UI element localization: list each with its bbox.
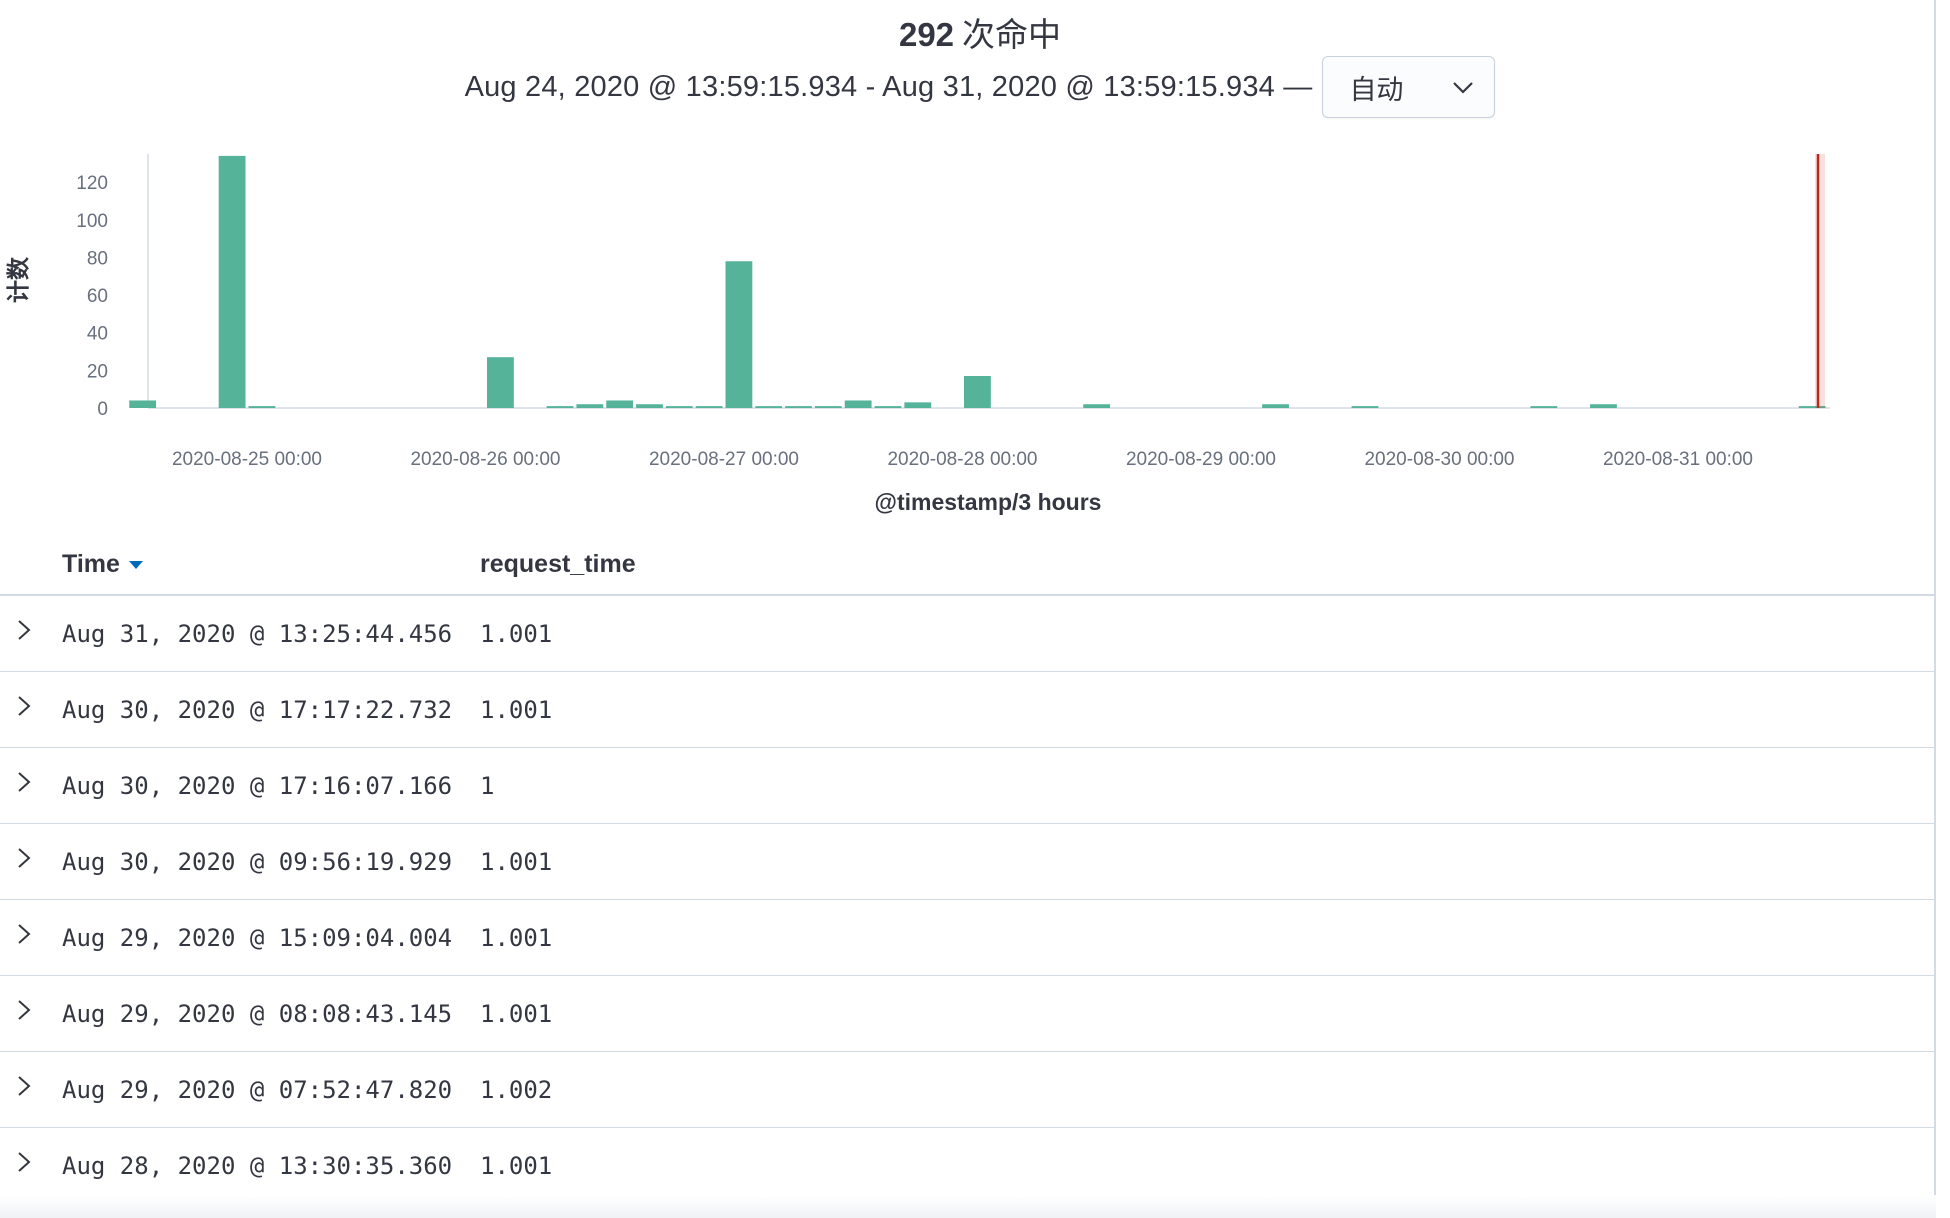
time-range-text: Aug 24, 2020 @ 13:59:15.934 - Aug 31, 20…	[464, 70, 1313, 103]
interval-select-value: 自动	[1349, 74, 1404, 105]
cell-time: Aug 31, 2020 @ 13:25:44.456	[62, 620, 453, 648]
x-tick-label: 2020-08-28 00:00	[887, 449, 1037, 470]
histogram-bar	[487, 357, 514, 408]
x-tick-label: 2020-08-29 00:00	[1126, 449, 1276, 470]
sort-desc-icon[interactable]	[128, 561, 143, 570]
histogram-bar	[546, 406, 574, 408]
histogram-bar	[874, 406, 902, 408]
histogram-bar	[844, 400, 872, 408]
histogram-bar	[785, 406, 812, 408]
histogram-bar	[814, 406, 842, 408]
histogram-bar	[218, 155, 246, 408]
x-tick-label: 2020-08-27 00:00	[649, 449, 799, 470]
y-axis-title: 计数	[6, 256, 32, 303]
cell-time: Aug 29, 2020 @ 15:09:04.004	[62, 924, 453, 952]
table-row[interactable]: Aug 29, 2020 @ 08:08:43.145 1.001	[0, 976, 1936, 1052]
histogram-bar	[725, 261, 753, 408]
x-tick-label: 2020-08-31 00:00	[1603, 449, 1753, 470]
chevron-right-icon[interactable]	[14, 846, 34, 870]
y-tick-label: 60	[87, 286, 108, 307]
table-header: Time request_time	[0, 530, 1936, 596]
cell-request-time: 1.001	[480, 620, 553, 648]
histogram-bar	[1351, 406, 1379, 408]
histogram-bar	[576, 404, 604, 408]
histogram-bar	[904, 402, 932, 408]
documents-table: Time request_time Aug 31, 2020 @ 13:25:4…	[0, 530, 1936, 1204]
y-tick-label: 120	[76, 173, 108, 194]
table-body: Aug 31, 2020 @ 13:25:44.456 1.001 Aug 30, …	[0, 596, 1936, 1204]
table-row[interactable]: Aug 29, 2020 @ 15:09:04.004 1.001	[0, 900, 1936, 976]
x-axis-title: @timestamp/3 hours	[875, 489, 1102, 515]
chevron-right-icon[interactable]	[14, 1074, 34, 1098]
x-tick-label: 2020-08-30 00:00	[1364, 449, 1514, 470]
chevron-right-icon[interactable]	[14, 998, 34, 1022]
now-marker-shade	[1815, 154, 1825, 408]
hit-count-number: 292	[898, 16, 955, 53]
table-row[interactable]: Aug 31, 2020 @ 13:25:44.456 1.001	[0, 596, 1936, 672]
x-tick-label: 2020-08-26 00:00	[410, 449, 560, 470]
chevron-right-icon[interactable]	[14, 618, 34, 642]
cell-request-time: 1.001	[480, 924, 553, 952]
y-tick-label: 20	[87, 361, 108, 382]
cell-request-time: 1.002	[480, 1076, 553, 1104]
table-row[interactable]: Aug 30, 2020 @ 17:17:22.732 1.001	[0, 672, 1936, 748]
chevron-right-icon[interactable]	[14, 922, 34, 946]
table-row[interactable]: Aug 29, 2020 @ 07:52:47.820 1.002	[0, 1052, 1936, 1128]
histogram-bar	[1262, 404, 1289, 408]
cell-time: Aug 30, 2020 @ 09:56:19.929	[62, 848, 453, 876]
histogram-bar	[695, 406, 723, 408]
histogram-bar	[755, 406, 783, 408]
y-tick-label: 100	[76, 211, 108, 232]
y-tick-label: 80	[87, 248, 108, 269]
histogram-bar	[665, 406, 693, 408]
histogram-bar	[1530, 406, 1558, 408]
histogram-chart[interactable]: 0 20 40 60 80 100 120 2020-08-25 00:00 2020-08-2…	[0, 140, 1936, 520]
hit-count-label: 次命中	[962, 16, 1062, 53]
x-tick-label: 2020-08-25 00:00	[172, 449, 322, 470]
column-header-request-time[interactable]: request_time	[480, 550, 636, 579]
cell-request-time: 1.001	[480, 696, 553, 724]
chevron-right-icon[interactable]	[14, 770, 34, 794]
chevron-right-icon[interactable]	[14, 694, 34, 718]
histogram-bar	[1083, 404, 1111, 408]
histogram-bar	[964, 376, 991, 408]
histogram-bar	[1590, 404, 1617, 408]
cell-request-time: 1.001	[480, 1152, 553, 1180]
hit-count: 292 次命中	[0, 8, 1950, 56]
cell-time: Aug 28, 2020 @ 13:30:35.360	[62, 1152, 453, 1180]
histogram-bar	[248, 406, 276, 408]
cell-time: Aug 29, 2020 @ 08:08:43.145	[62, 1000, 453, 1028]
chevron-right-icon[interactable]	[14, 1150, 34, 1174]
histogram-bar	[129, 400, 157, 408]
table-row[interactable]: Aug 30, 2020 @ 17:16:07.166 1	[0, 748, 1936, 824]
y-tick-label: 0	[97, 399, 108, 420]
cell-time: Aug 30, 2020 @ 17:16:07.166	[62, 772, 453, 800]
y-tick-label: 40	[87, 324, 108, 345]
cell-time: Aug 30, 2020 @ 17:17:22.732	[62, 696, 453, 724]
interval-select[interactable]: 自动	[1322, 56, 1496, 118]
cell-request-time: 1	[480, 772, 495, 800]
table-row[interactable]: Aug 28, 2020 @ 13:30:35.360 1.001	[0, 1128, 1936, 1204]
cell-time: Aug 29, 2020 @ 07:52:47.820	[62, 1076, 453, 1104]
scroll-fade	[0, 1195, 1936, 1218]
cell-request-time: 1.001	[480, 1000, 553, 1028]
histogram-bar	[606, 400, 634, 408]
table-row[interactable]: Aug 30, 2020 @ 09:56:19.929 1.001	[0, 824, 1936, 900]
histogram-bar	[636, 404, 663, 408]
chevron-down-icon	[1453, 82, 1474, 94]
time-range-row: Aug 24, 2020 @ 13:59:15.934 - Aug 31, 20…	[0, 56, 1950, 118]
cell-request-time: 1.001	[480, 848, 553, 876]
column-header-time[interactable]: Time	[62, 550, 143, 579]
